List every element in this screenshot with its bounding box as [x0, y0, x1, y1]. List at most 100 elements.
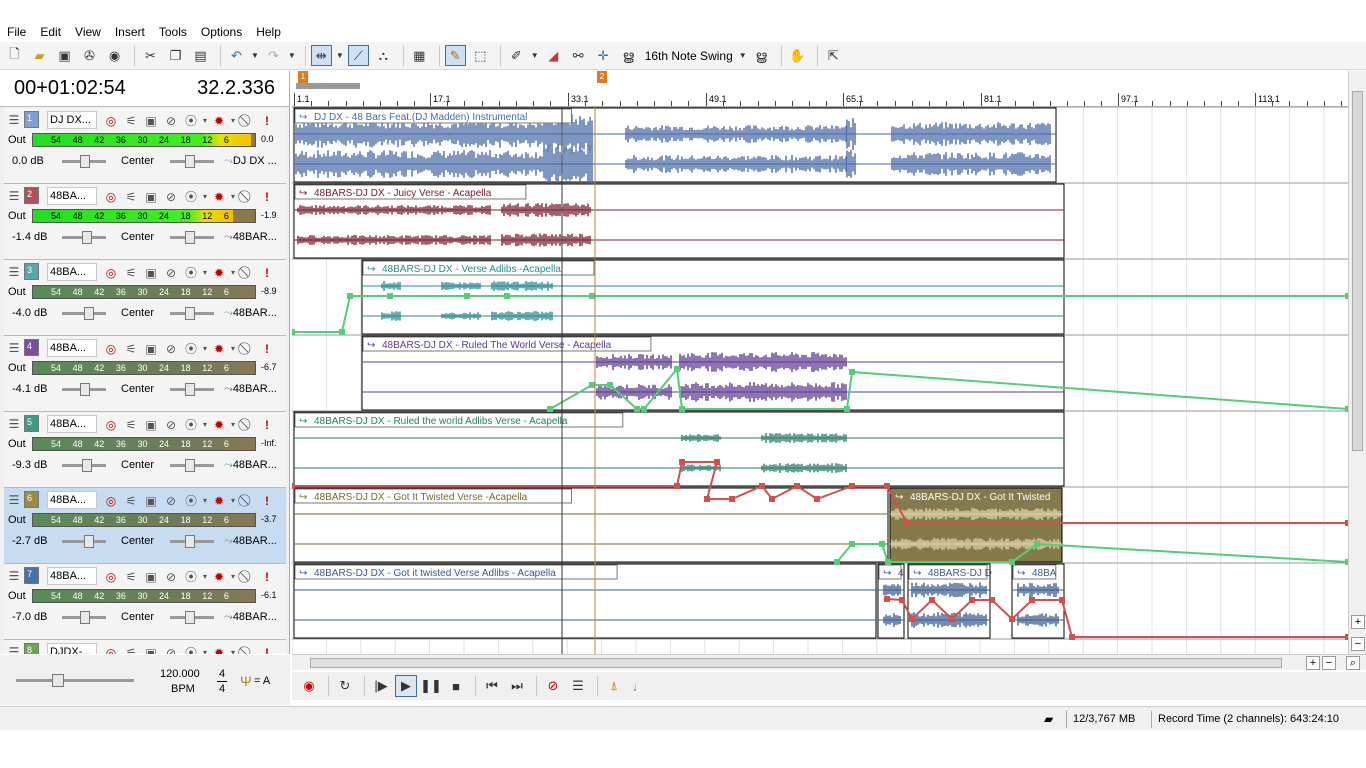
marker-1[interactable]: 1: [298, 71, 308, 83]
track-pan-value[interactable]: Center: [121, 383, 154, 395]
volume-slider-knob[interactable]: [84, 535, 94, 548]
envelope-point[interactable]: [641, 406, 647, 412]
envelope-point[interactable]: [607, 382, 613, 388]
menu-tools[interactable]: Tools: [152, 22, 194, 42]
envelope-point[interactable]: [547, 406, 553, 412]
redo-dropdown-icon[interactable]: ▼: [288, 51, 296, 60]
envelope-icon[interactable]: ⦿: [182, 644, 200, 654]
stop-icon[interactable]: ■: [445, 675, 467, 697]
envelope-point[interactable]: [674, 483, 680, 489]
selection-tool-icon[interactable]: ⬚: [470, 45, 491, 66]
properties-icon[interactable]: ◉: [104, 45, 125, 66]
automation-icon[interactable]: ▣: [142, 494, 160, 508]
automation-icon[interactable]: ▣: [142, 646, 160, 655]
track-pan-slider[interactable]: [170, 307, 214, 320]
track-volume-value[interactable]: -2.7 dB: [12, 535, 47, 547]
envelope-point[interactable]: [679, 459, 685, 465]
vertical-scrollbar[interactable]: + −: [1348, 71, 1366, 654]
envelope-dropdown-icon[interactable]: ▾: [202, 268, 208, 277]
swing-label[interactable]: 16th Note Swing: [645, 49, 733, 63]
track-output-destination[interactable]: ⤳48BAR...: [224, 383, 277, 396]
invert-phase-icon[interactable]: ⊘: [162, 646, 180, 655]
track-name-field[interactable]: 48BA...: [47, 339, 97, 357]
pan-slider-knob[interactable]: [185, 155, 195, 168]
arm-for-record-icon[interactable]: ◎: [102, 570, 120, 584]
envelope-point[interactable]: [339, 329, 345, 335]
track-header-1[interactable]: ☰1DJ DX...◎⚟▣⊘⦿▾✹▾⃠!Out54484236302418126…: [4, 108, 286, 184]
track-fx-icon[interactable]: ⚟: [122, 266, 140, 280]
track-volume-slider[interactable]: [62, 611, 106, 624]
track-pan-slider[interactable]: [170, 459, 214, 472]
invert-phase-icon[interactable]: ⊘: [162, 114, 180, 128]
timeline-area[interactable]: 1 2 1.1 17.1 33.1 49.1 65.1 81.1 97.1 113.1 DJ …: [292, 71, 1348, 654]
motion-dropdown-icon[interactable]: ▾: [230, 192, 236, 201]
envelope-point[interactable]: [714, 459, 720, 465]
track-output-destination[interactable]: ⤳48BAR...: [224, 611, 277, 624]
automation-icon[interactable]: ▣: [142, 114, 160, 128]
invert-phase-icon[interactable]: ⊘: [162, 570, 180, 584]
redo-icon[interactable]: ↷: [263, 45, 284, 66]
time-signature-numerator[interactable]: 4: [219, 668, 225, 680]
track-output-destination[interactable]: ⤳48BAR...: [224, 535, 277, 548]
quantize-icon[interactable]: ൠ: [751, 45, 772, 66]
menu-file[interactable]: File: [0, 22, 33, 42]
help-pointer-icon[interactable]: ⇱: [823, 45, 844, 66]
menu-help[interactable]: Help: [249, 22, 288, 42]
envelope-point[interactable]: [849, 541, 855, 547]
loop-playback-icon[interactable]: ↻: [334, 675, 356, 697]
track-pan-slider[interactable]: [170, 611, 214, 624]
envelope-point[interactable]: [674, 366, 680, 372]
track-expand-icon[interactable]: ☰: [6, 644, 22, 654]
draw-dropdown-icon[interactable]: ▼: [531, 51, 539, 60]
track-pan-slider[interactable]: [170, 231, 214, 244]
pan-slider-knob[interactable]: [185, 231, 195, 244]
go-to-end-icon[interactable]: ⏭: [506, 675, 528, 697]
arm-for-record-icon[interactable]: ◎: [102, 114, 120, 128]
track-pan-slider[interactable]: [170, 535, 214, 548]
track-volume-value[interactable]: -7.0 dB: [12, 611, 47, 623]
erase-tool-icon[interactable]: ◢: [543, 45, 564, 66]
arm-for-record-icon[interactable]: ◎: [102, 494, 120, 508]
envelope-icon[interactable]: ⦿: [182, 416, 200, 433]
zoom-out-vertical-button[interactable]: −: [1351, 637, 1365, 651]
save-icon[interactable]: ▣: [54, 45, 75, 66]
volume-slider-knob[interactable]: [80, 383, 90, 396]
track-name-field[interactable]: DJDX-...: [47, 643, 97, 654]
invert-phase-icon[interactable]: ⊘: [162, 190, 180, 204]
envelope-dropdown-icon[interactable]: ▾: [202, 496, 208, 505]
envelope-point[interactable]: [909, 616, 915, 622]
track-pan-value[interactable]: Center: [121, 155, 154, 167]
track-motion-icon[interactable]: ✹: [210, 114, 228, 128]
track-volume-slider[interactable]: [62, 459, 106, 472]
paste-icon[interactable]: ▤: [190, 45, 211, 66]
record-icon[interactable]: ◉: [298, 675, 320, 697]
envelope-point[interactable]: [1034, 541, 1040, 547]
envelope-point[interactable]: [679, 406, 685, 412]
track-fx-icon[interactable]: ⚟: [122, 570, 140, 584]
motion-dropdown-icon[interactable]: ▾: [230, 420, 236, 429]
bpm-value[interactable]: 120.000: [160, 668, 200, 680]
render-icon[interactable]: ✇: [79, 45, 100, 66]
auto-ripple-icon[interactable]: ⛬: [373, 45, 394, 66]
track-fx-icon[interactable]: ⚟: [122, 190, 140, 204]
automation-icon[interactable]: ▣: [142, 342, 160, 356]
envelope-point[interactable]: [729, 496, 735, 502]
mute-icon[interactable]: !: [258, 418, 276, 432]
track-motion-icon[interactable]: ✹: [210, 646, 228, 655]
solo-icon[interactable]: ⃠: [238, 493, 256, 508]
new-file-icon[interactable]: 🗋: [4, 45, 25, 66]
menu-view[interactable]: View: [68, 22, 108, 42]
envelope-point[interactable]: [589, 293, 595, 299]
menu-insert[interactable]: Insert: [108, 22, 152, 42]
envelope-icon[interactable]: ⦿: [182, 568, 200, 585]
vertical-scrollbar-thumb[interactable]: [1352, 91, 1363, 451]
arm-for-record-icon[interactable]: ◎: [102, 418, 120, 432]
grid-icon[interactable]: ▦: [409, 45, 430, 66]
envelope-dropdown-icon[interactable]: ▾: [202, 116, 208, 125]
track-output-destination[interactable]: ⤳48BAR...: [224, 459, 277, 472]
go-to-start-icon[interactable]: ⏮: [481, 675, 503, 697]
volume-slider-knob[interactable]: [82, 231, 92, 244]
envelope-point[interactable]: [814, 496, 820, 502]
track-expand-icon[interactable]: ☰: [6, 264, 22, 280]
track-name-field[interactable]: 48BA...: [47, 415, 97, 433]
